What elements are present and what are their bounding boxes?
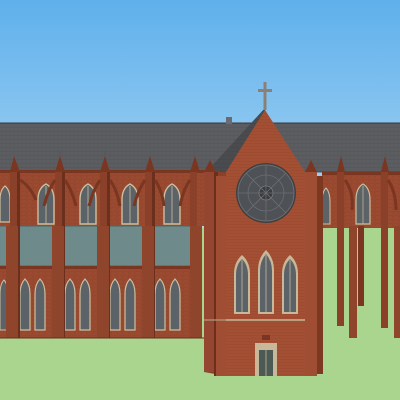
rose-window-icon: [236, 163, 296, 223]
cathedral-scene: [0, 0, 400, 400]
roof-vent: [226, 117, 232, 124]
cathedral-render: [0, 0, 400, 400]
tower-windows: [234, 250, 298, 314]
